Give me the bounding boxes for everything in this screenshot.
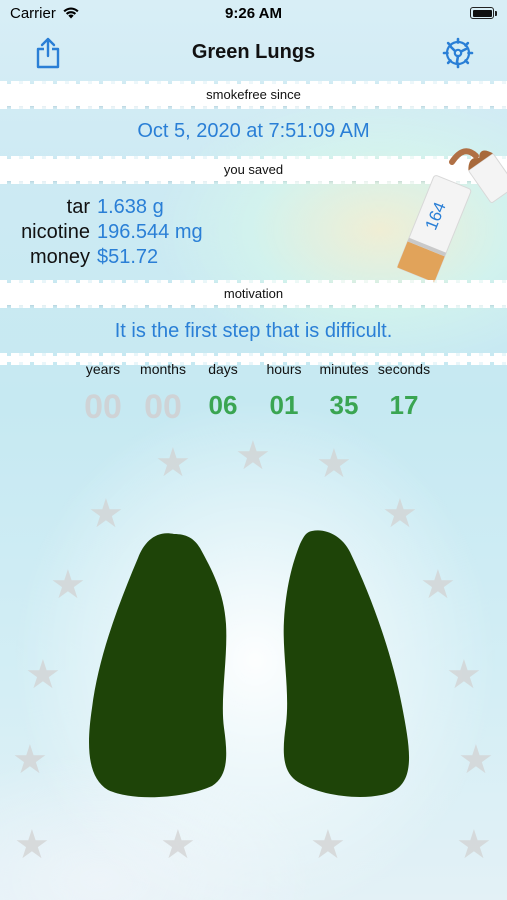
star-icon: ★ [14, 823, 50, 867]
star-icon: ★ [316, 442, 352, 486]
star-icon: ★ [235, 434, 271, 478]
star-icon: ★ [456, 823, 492, 867]
nicotine-value: 196.544 mg [97, 221, 203, 243]
cigarette-icon: 164 [397, 148, 507, 283]
timer-label-days: days [208, 361, 238, 377]
page-title: Green Lungs [191, 41, 316, 63]
timer-value-days: 06 [208, 390, 238, 420]
clock: 9:26 AM [225, 5, 282, 22]
left-lung [89, 533, 227, 798]
status-bar: Carrier 9:26 AM [0, 0, 507, 30]
motivation-quote[interactable]: It is the first step that is difficult. [0, 320, 507, 343]
right-lung [283, 530, 410, 797]
star-icon: ★ [155, 441, 191, 485]
star-icon: ★ [310, 823, 346, 867]
star-icon: ★ [458, 738, 494, 782]
battery-tip [495, 11, 497, 16]
tar-label: tar [66, 196, 90, 218]
star-icon: ★ [12, 738, 48, 782]
money-value: $51.72 [97, 246, 159, 268]
star-icon: ★ [160, 823, 196, 867]
timer-value-seconds: 17 [389, 390, 419, 420]
star-icon: ★ [50, 563, 86, 607]
settings-gear-icon[interactable] [442, 37, 474, 69]
star-icon: ★ [446, 653, 482, 697]
tar-value: 1.638 g [97, 196, 164, 218]
star-icon: ★ [420, 563, 456, 607]
money-label: money [29, 246, 90, 268]
smokefree-section-header: smokefree since [0, 81, 507, 109]
star-icon: ★ [25, 653, 61, 697]
nicotine-label: nicotine [21, 221, 90, 243]
timer-label-seconds: seconds [377, 361, 431, 377]
battery-icon [470, 7, 494, 19]
lungs-icon[interactable] [86, 528, 422, 803]
motivation-section-header: motivation [0, 280, 507, 308]
